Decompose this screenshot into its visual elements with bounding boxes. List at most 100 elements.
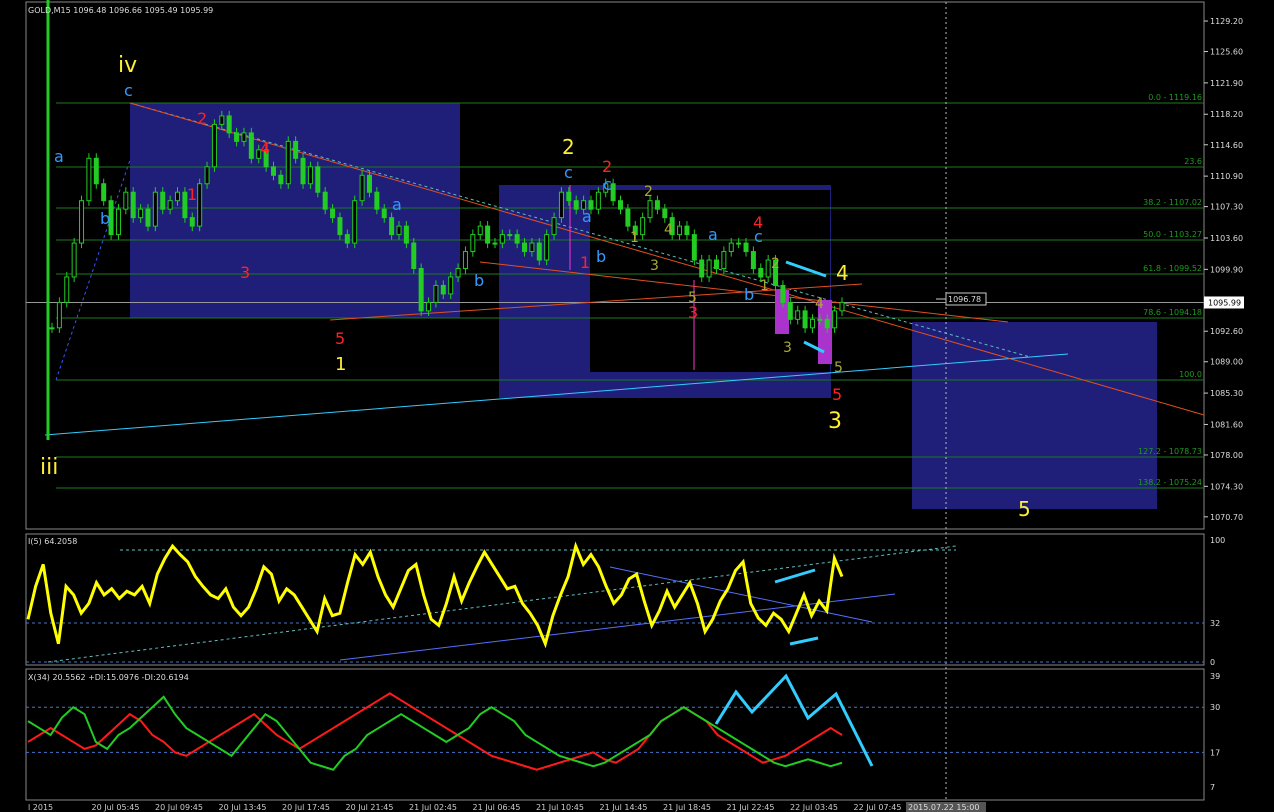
price-tick-label: 1092.60 (1210, 327, 1243, 336)
price-tick-label: 1114.60 (1210, 141, 1243, 150)
time-label: 21 Jul 02:45 (409, 803, 457, 812)
candle-body (307, 166, 313, 185)
wave-label: 1 (187, 185, 197, 204)
candle-body (189, 217, 195, 227)
wave-label: 5 (832, 385, 842, 404)
candle-body (640, 217, 646, 236)
rsi-title: I(5) 64.2058 (28, 537, 78, 546)
candle-body (300, 157, 306, 185)
price-tick-label: 1074.30 (1210, 482, 1243, 491)
price-tick-label: 1089.00 (1210, 358, 1243, 367)
candle-body (433, 284, 439, 303)
candle-body (330, 208, 336, 219)
candle-body (558, 191, 564, 219)
symbol-label: GOLD,M15 1096.48 1096.66 1095.49 1095.99 (28, 6, 214, 15)
time-label: 20 Jul 21:45 (346, 803, 394, 812)
candle-body (780, 284, 786, 303)
candle-body (160, 191, 166, 210)
candle-body (824, 318, 830, 329)
price-tick-label: 1078.00 (1210, 451, 1243, 460)
candle-body (79, 200, 85, 244)
candle-body (817, 318, 823, 321)
price-tick-label: 1129.20 (1210, 17, 1243, 26)
candle-body (56, 301, 62, 329)
current-price-label: 1095.99 (1208, 298, 1241, 307)
candle-body (647, 200, 653, 219)
wave-label: 4 (260, 139, 270, 158)
fib-label: 0.0 - 1119.16 (1148, 93, 1202, 102)
candle-body (226, 115, 232, 134)
candle-body (152, 191, 158, 227)
rsi-tick-label: 100 (1210, 536, 1225, 545)
wave-label: 3 (240, 263, 250, 282)
wave-label: 1 (760, 278, 769, 294)
wave-box (130, 103, 460, 318)
candle-body (145, 208, 151, 227)
candle-body (492, 242, 498, 245)
candle-body (750, 251, 756, 269)
candle-body (743, 242, 749, 253)
candle-body (49, 327, 55, 330)
time-label: l 2015 (28, 803, 53, 812)
candle-body (477, 225, 483, 236)
candle-body (381, 208, 387, 219)
candle-body (499, 234, 505, 244)
wave-label: c (603, 175, 612, 194)
candle-body (234, 132, 240, 142)
candle-body (344, 234, 350, 244)
time-label: 21 Jul 14:45 (600, 803, 648, 812)
candle-body (123, 191, 129, 210)
price-tick-label: 1081.60 (1210, 420, 1243, 429)
candle-body (529, 242, 535, 253)
candle-body (411, 242, 417, 270)
candle-body (544, 234, 550, 261)
chart-canvas[interactable]: 0.0 - 1119.16 23.6 38.2 - 1107.02 50.0 - 11… (0, 0, 1274, 812)
candle-body (396, 225, 402, 236)
candle-body (677, 225, 683, 236)
candle-body (654, 200, 660, 210)
price-tick-label: 1070.70 (1210, 513, 1243, 522)
adx-tick-label: 30 (1210, 703, 1220, 712)
wave-label: 4 (664, 222, 673, 238)
candle-body (86, 157, 92, 202)
wave-label: 2 (644, 184, 653, 200)
time-label: 20 Jul 09:45 (155, 803, 203, 812)
candle-body (64, 276, 70, 303)
price-tick-label: 1099.90 (1210, 265, 1243, 274)
candle-body (440, 284, 446, 295)
wave-label: b (596, 247, 606, 266)
candle-body (322, 191, 328, 210)
wave-label: b (474, 271, 484, 290)
candle-body (802, 310, 808, 329)
chart-window[interactable]: 0.0 - 1119.16 23.6 38.2 - 1107.02 50.0 - 11… (0, 0, 1274, 812)
candle-body (204, 166, 210, 185)
candle-body (389, 217, 395, 236)
wave-label: 5 (834, 360, 843, 376)
candle-body (573, 200, 579, 210)
wave-label: 2 (562, 135, 575, 159)
wave-label: 5 (1018, 497, 1031, 521)
fib-label: 61.8 - 1099.52 (1143, 264, 1202, 273)
candle-body (795, 310, 801, 320)
time-label: 22 Jul 07:45 (854, 803, 902, 812)
cursor-time-label: 2015.07.22 15:00 (908, 803, 979, 812)
wave-label: 3 (650, 258, 659, 274)
wave-label: 3 (828, 409, 842, 434)
candle-body (448, 276, 454, 295)
candle-body (758, 268, 764, 278)
candle-body (787, 301, 793, 320)
candle-body (485, 225, 491, 244)
price-tick-label: 1103.60 (1210, 234, 1243, 243)
rsi-tick-label: 32 (1210, 619, 1220, 628)
candle-body (736, 242, 742, 245)
fib-label: 78.6 - 1094.18 (1143, 308, 1202, 317)
wave-label: 1 (630, 230, 639, 246)
time-label: 21 Jul 06:45 (473, 803, 521, 812)
candle-body (211, 123, 217, 168)
candle-body (115, 208, 121, 236)
candle-body (315, 166, 321, 193)
candle-body (507, 234, 513, 237)
candle-body (618, 200, 624, 210)
candle-body (662, 208, 668, 219)
candle-body (337, 217, 343, 236)
